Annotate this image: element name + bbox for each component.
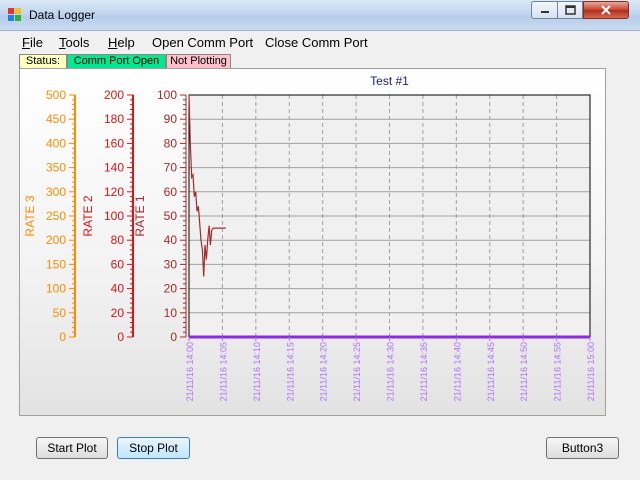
y-axis-1-tick-label: 40 — [164, 233, 178, 247]
menu-help[interactable]: Help — [108, 35, 135, 50]
x-axis-tick-label: 21/11/16 14:35 — [419, 342, 429, 401]
y-axis-1-tick-label: 100 — [157, 88, 177, 102]
y-axis-3-tick-label: 300 — [46, 185, 66, 199]
close-icon — [601, 5, 611, 15]
y-axis-2-tick-label: 140 — [104, 161, 124, 175]
y-axis-1-tick-label: 90 — [164, 112, 178, 126]
x-axis-tick-label: 21/11/16 14:05 — [218, 342, 228, 401]
y-axis-3-tick-label: 50 — [53, 306, 67, 320]
y-axis-2-tick-label: 180 — [104, 112, 124, 126]
status-comm-port: Comm Port Open — [67, 54, 166, 69]
y-axis-2-tick-label: 20 — [111, 306, 125, 320]
y-axis-1-tick-label: 30 — [164, 257, 178, 271]
y-axis-3-tick-label: 100 — [46, 282, 66, 296]
x-axis-tick-label: 21/11/16 14:10 — [252, 342, 262, 401]
y-axis-2-tick-label: 160 — [104, 136, 124, 150]
y-axis-2-tick-label: 100 — [104, 209, 124, 223]
chart-title: Test #1 — [370, 74, 409, 88]
x-axis-tick-label: 21/11/16 14:50 — [519, 342, 529, 401]
menu-close-comm-port[interactable]: Close Comm Port — [265, 35, 368, 50]
start-plot-button[interactable]: Start Plot — [36, 437, 108, 459]
y-axis-3-tick-label: 350 — [46, 161, 66, 175]
stop-plot-button[interactable]: Stop Plot — [117, 437, 190, 459]
maximize-button[interactable] — [557, 1, 583, 19]
menu-file[interactable]: File — [22, 35, 43, 50]
y-axis-1-label: RATE 1 — [133, 195, 147, 236]
app-icon — [8, 8, 21, 21]
y-axis-1-tick-label: 60 — [164, 185, 178, 199]
minimize-icon — [540, 11, 549, 13]
maximize-icon — [564, 5, 576, 15]
y-axis-1-tick-label: 10 — [164, 306, 178, 320]
x-axis-tick-label: 21/11/16 14:25 — [352, 342, 362, 401]
y-axis-1-tick-label: 70 — [164, 161, 178, 175]
menu-tools[interactable]: Tools — [59, 35, 89, 50]
y-axis-1-tick-label: 20 — [164, 282, 178, 296]
y-axis-2-tick-label: 200 — [104, 88, 124, 102]
x-axis-tick-label: 21/11/16 14:00 — [185, 342, 195, 401]
y-axis-3-tick-label: 400 — [46, 136, 66, 150]
x-axis-tick-label: 21/11/16 14:15 — [285, 342, 295, 401]
window-title: Data Logger — [29, 8, 96, 22]
y-axis-1-tick-label: 50 — [164, 209, 178, 223]
x-axis-tick-label: 21/11/16 14:30 — [386, 342, 396, 401]
y-axis-3-tick-label: 0 — [59, 330, 66, 344]
y-axis-2-tick-label: 60 — [111, 257, 125, 271]
y-axis-3-tick-label: 150 — [46, 257, 66, 271]
chart: Test #1 0 10 20 30 40 50 60 70 80 90 100 RATE 1 0 20 40… — [23, 74, 596, 401]
menu-open-comm-port[interactable]: Open Comm Port — [152, 35, 253, 50]
title-bar: Data Logger — [0, 0, 640, 31]
x-axis-tick-label: 21/11/16 14:20 — [319, 342, 329, 401]
y-axis-1-tick-label: 80 — [164, 136, 178, 150]
y-axis-2-tick-label: 40 — [111, 282, 125, 296]
y-axis-1-tick-label: 0 — [170, 330, 177, 344]
minimize-button[interactable] — [531, 1, 557, 19]
close-button[interactable] — [583, 1, 629, 19]
y-axis-3-label: RATE 3 — [23, 195, 37, 236]
y-axis-3-tick-label: 200 — [46, 233, 66, 247]
y-axis-2-label: RATE 2 — [81, 195, 95, 236]
x-axis-tick-label: 21/11/16 14:55 — [553, 342, 563, 401]
y-axis-3-tick-label: 250 — [46, 209, 66, 223]
x-axis-tick-label: 21/11/16 14:45 — [486, 342, 496, 401]
status-label: Status: — [19, 54, 67, 69]
menu-bar: File Tools Help Open Comm Port Close Com… — [0, 31, 640, 53]
y-axis-2-tick-label: 80 — [111, 233, 125, 247]
x-axis-tick-label: 21/11/16 14:40 — [452, 342, 462, 401]
y-axis-2-tick-label: 0 — [117, 330, 124, 344]
y-axis-3-tick-label: 450 — [46, 112, 66, 126]
y-axis-2-tick-label: 120 — [104, 185, 124, 199]
status-plotting: Not Plotting — [166, 54, 231, 69]
chart-panel: Test #1 0 10 20 30 40 50 60 70 80 90 100 RATE 1 0 20 40… — [19, 68, 606, 416]
y-axis-3-tick-label: 500 — [46, 88, 66, 102]
button3[interactable]: Button3 — [546, 437, 619, 459]
x-axis-tick-label: 21/11/16 15:00 — [586, 342, 596, 401]
